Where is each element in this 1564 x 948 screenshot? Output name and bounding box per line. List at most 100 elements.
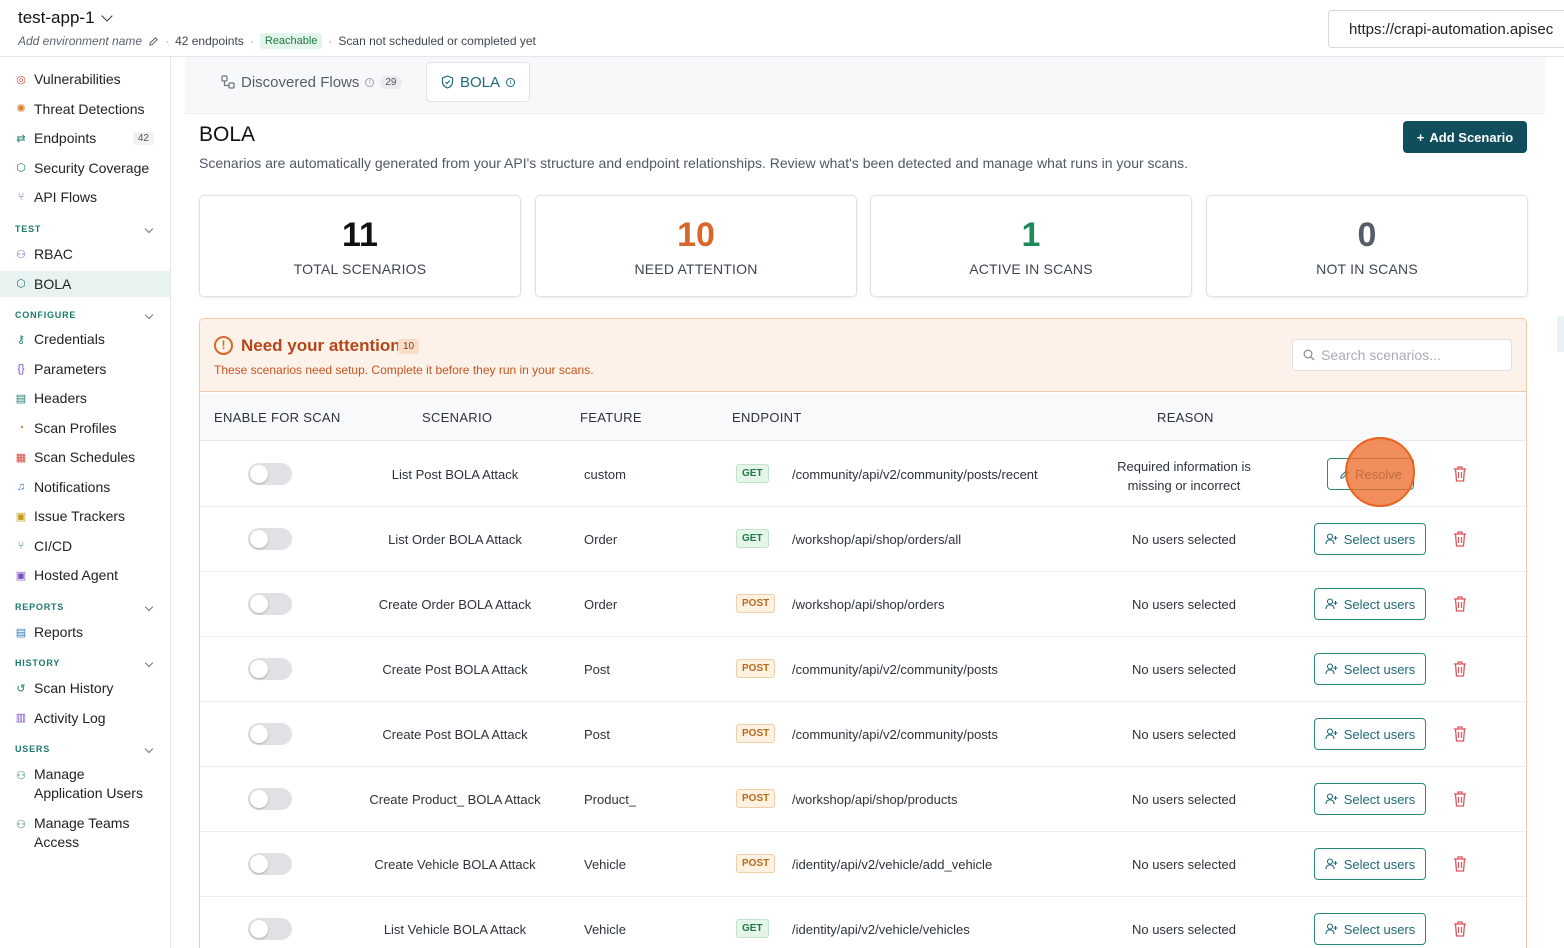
tab-bola[interactable]: BOLA i [426,62,531,102]
sidebar-item-security-coverage[interactable]: ⬡ Security Coverage [0,155,170,181]
sidebar-item-rbac[interactable]: ⚇ RBAC [0,241,170,267]
feature-name: Order [584,532,618,547]
sidebar-item-parameters[interactable]: {} Parameters [0,356,170,382]
sidebar-item-ci-cd[interactable]: ⑂ CI/CD [0,533,170,559]
search-box[interactable] [1292,339,1512,371]
select-users-button[interactable]: Select users [1314,523,1426,555]
app-selector[interactable]: test-app-1 [18,8,113,28]
tab-label: Discovered Flows [241,73,360,91]
sidebar-item-bola[interactable]: ⬡ BOLA [0,270,170,297]
select-users-label: Select users [1343,726,1416,742]
sidebar-item-reports[interactable]: ▤ Reports [0,619,170,645]
stat-value: 0 [1357,216,1377,254]
history-icon: ↺ [16,682,26,695]
trash-icon[interactable] [1452,660,1468,678]
sidebar-section-history[interactable]: HISTORY [0,658,170,668]
endpoint-path: /workshop/api/shop/products [792,792,958,807]
tab-discovered-flows[interactable]: Discovered Flows i 29 [207,62,416,102]
environment-meta: Add environment name · 42 endpoints · Re… [18,33,536,49]
sidebar-item-headers[interactable]: ▤ Headers [0,385,170,411]
sidebar-item-endpoints[interactable]: ⇄ Endpoints 42 [0,125,170,151]
select-users-button[interactable]: Select users [1314,783,1426,815]
feature-name: Vehicle [584,857,626,872]
tabs-bar: Discovered Flows i 29 BOLA i [185,57,1545,114]
select-users-label: Select users [1343,531,1416,547]
sidebar-item-label: Headers [34,390,87,406]
select-users-button[interactable]: Select users [1314,718,1426,750]
select-users-button[interactable]: Select users [1314,653,1426,685]
sidebar-item-threat-detections[interactable]: ✺ Threat Detections [0,96,170,122]
table-row: Create Order BOLA Attack Order POST/worksh… [200,572,1526,637]
tab-label: BOLA [460,73,501,91]
sidebar-item-manage-application-users[interactable]: ⚇ Manage Application Users [0,763,170,803]
resolve-button[interactable]: Resolve [1327,458,1414,490]
sidebar-item-api-flows[interactable]: ⑂ API Flows [0,184,170,210]
reason-text: No users selected [1131,922,1237,937]
scrollbar[interactable] [1557,316,1564,352]
sidebar-item-label: Vulnerabilities [34,71,121,87]
trash-icon[interactable] [1452,920,1468,938]
endpoint-path: /community/api/v2/community/posts [792,662,998,677]
sidebar-section-test[interactable]: TEST [0,224,170,234]
environment-name-field[interactable]: Add environment name [18,34,142,48]
enable-scan-toggle[interactable] [248,788,292,810]
sidebar-item-scan-schedules[interactable]: ▦ Scan Schedules [0,444,170,470]
sidebar-item-label: Parameters [34,360,107,377]
enable-scan-toggle[interactable] [248,593,292,615]
sidebar-item-notifications[interactable]: ♫ Notifications [0,474,170,500]
enable-scan-toggle[interactable] [248,463,292,485]
sidebar-item-scan-history[interactable]: ↺ Scan History [0,675,170,701]
enable-scan-toggle[interactable] [248,853,292,875]
http-method-badge: POST [736,854,776,873]
select-users-button[interactable]: Select users [1314,913,1426,945]
add-user-icon [1325,598,1338,610]
sidebar-item-credentials[interactable]: ⚷ Credentials [0,326,170,352]
select-users-label: Select users [1343,661,1416,677]
enable-scan-toggle[interactable] [248,528,292,550]
trash-icon[interactable] [1452,855,1468,873]
http-method-badge: GET [736,919,769,938]
chevron-down-icon [144,744,154,754]
scenario-name: Create Post BOLA Attack [382,662,528,677]
sidebar-item-vulnerabilities[interactable]: ◎ Vulnerabilities [0,66,170,92]
base-url-field[interactable]: https://crapi-automation.apisec [1328,10,1564,48]
team-icon: ⚇ [16,818,26,831]
reason-text: No users selected [1131,727,1237,742]
sidebar-item-activity-log[interactable]: ▥ Activity Log [0,705,170,731]
sidebar-section-reports[interactable]: REPORTS [0,602,170,612]
trash-icon[interactable] [1452,595,1468,613]
sidebar: ◎ Vulnerabilities ✺ Threat Detections ⇄ Endpo… [0,57,171,948]
enable-scan-toggle[interactable] [248,658,292,680]
select-users-button[interactable]: Select users [1314,588,1426,620]
search-input[interactable] [1321,347,1501,363]
app-name: test-app-1 [18,8,95,27]
trash-icon[interactable] [1452,725,1468,743]
pencil-icon[interactable] [148,36,159,47]
sidebar-item-issue-trackers[interactable]: ▣ Issue Trackers [0,503,170,529]
sidebar-item-label: Hosted Agent [34,567,119,583]
add-user-icon [1325,793,1338,805]
chevron-down-icon [144,658,154,668]
reachable-badge: Reachable [259,33,323,49]
scenario-name: List Order BOLA Attack [388,532,522,547]
sidebar-item-scan-profiles[interactable]: ◔ Scan Profiles [0,415,170,441]
attention-count: 10 [398,339,420,354]
add-scenario-button[interactable]: + Add Scenario [1403,121,1527,153]
sidebar-item-label: API Flows [34,189,98,205]
sidebar-section-users[interactable]: USERS [0,744,170,754]
sidebar-item-label: Scan Schedules [34,449,136,465]
shield-alert-icon: ◎ [16,73,26,86]
scenario-name: List Vehicle BOLA Attack [383,922,527,937]
sidebar-section-configure[interactable]: CONFIGURE [0,310,170,320]
enable-scan-toggle[interactable] [248,723,292,745]
sidebar-item-manage-teams-access[interactable]: ⚇ Manage Teams Access [0,812,170,852]
select-users-button[interactable]: Select users [1314,848,1426,880]
sidebar-item-hosted-agent[interactable]: ▣ Hosted Agent [0,562,170,588]
trash-icon[interactable] [1452,790,1468,808]
trash-icon[interactable] [1452,465,1468,483]
chevron-down-icon [144,602,154,612]
endpoints-icon: ⇄ [16,132,26,145]
enable-scan-toggle[interactable] [248,918,292,940]
sidebar-item-label: Scan Profiles [34,419,117,436]
trash-icon[interactable] [1452,530,1468,548]
